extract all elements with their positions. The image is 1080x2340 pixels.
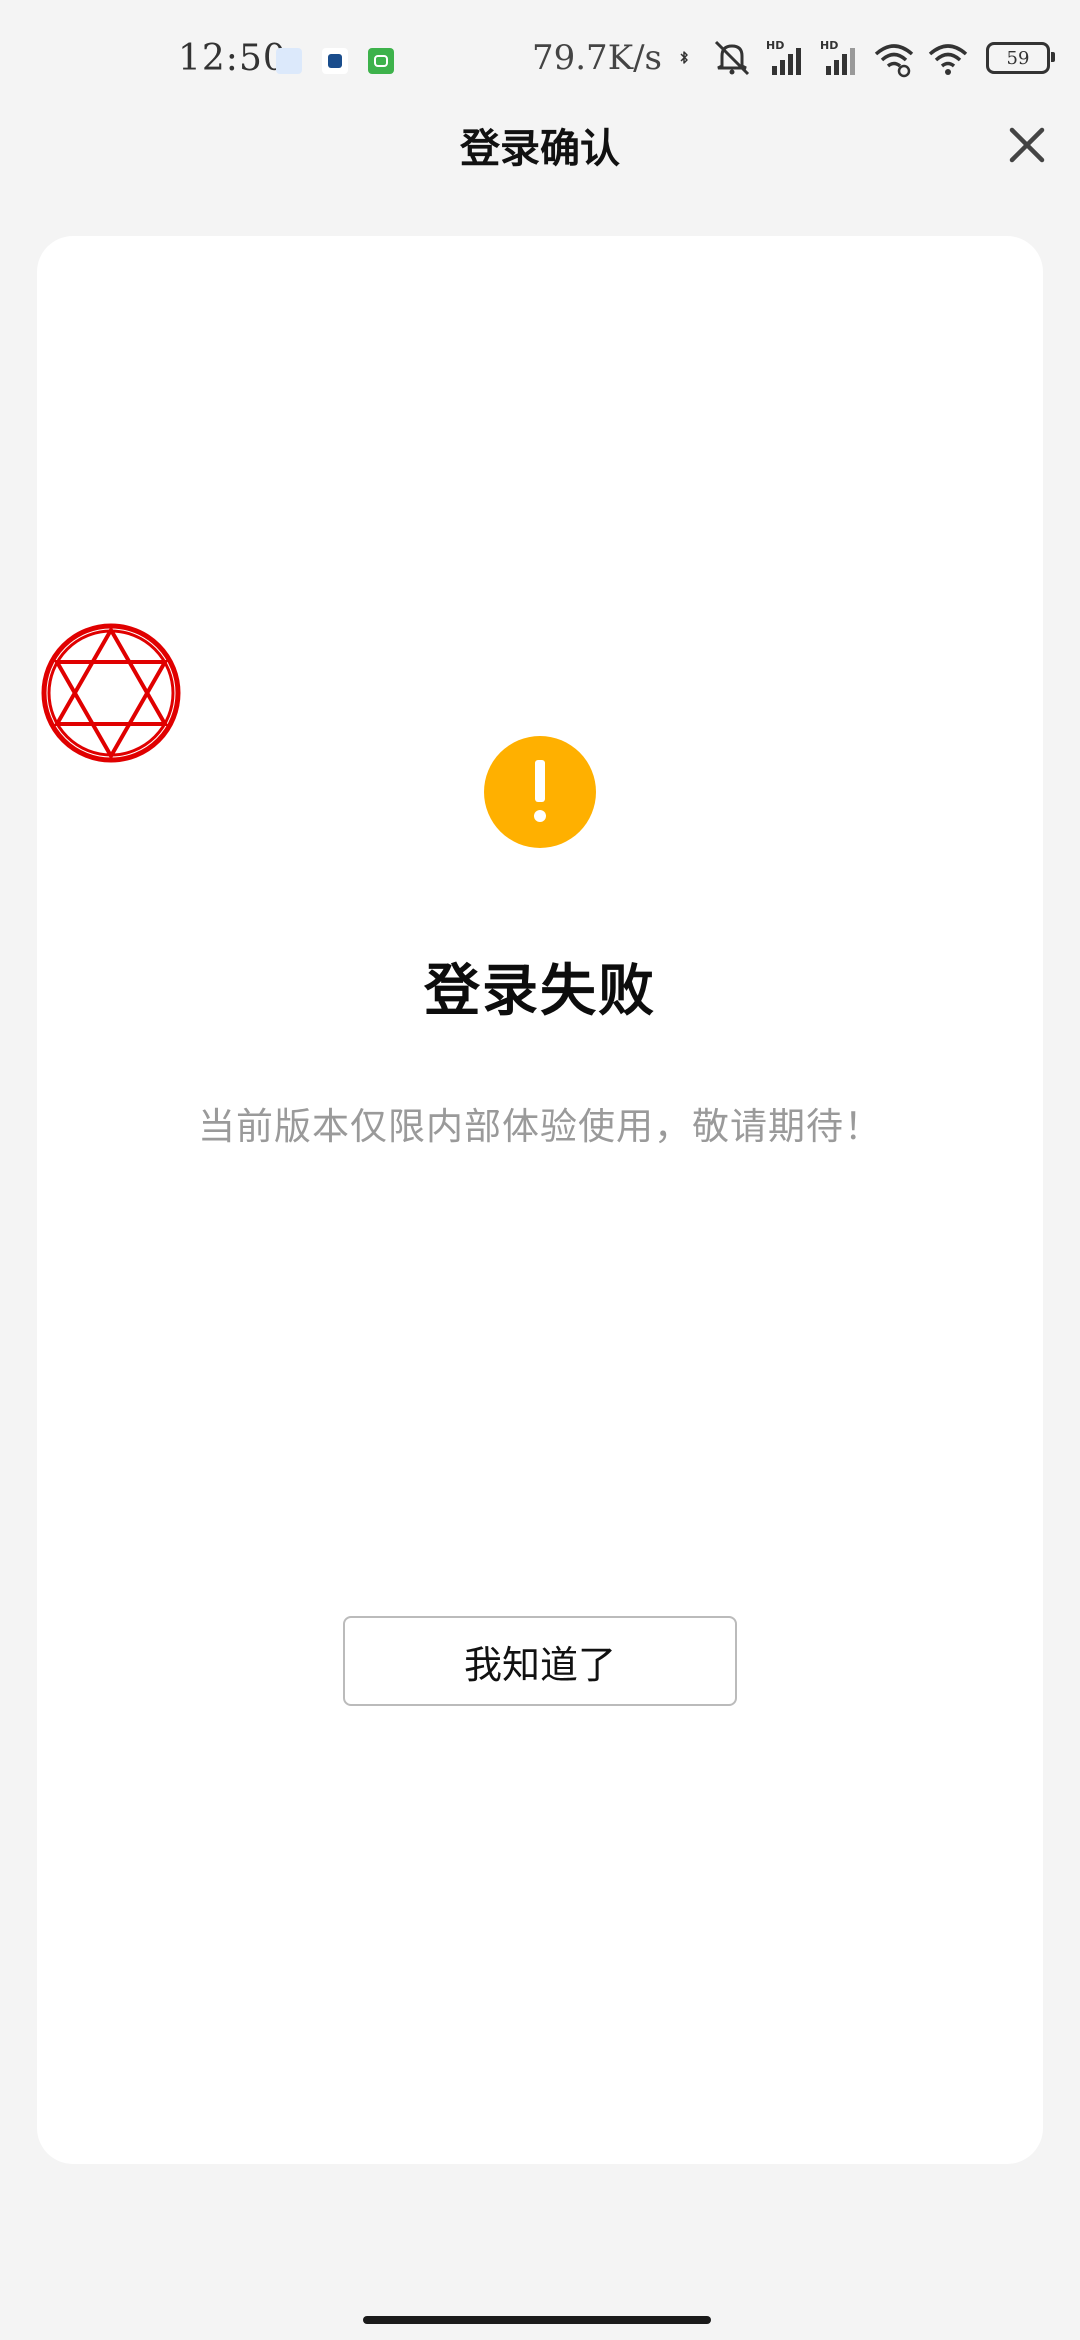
wifi-icon [928,44,968,75]
status-bar: 12:50 79.7K/s HD HD 59 [0,0,1080,122]
warning-exclamation-bar [535,760,545,802]
status-app-icons [276,48,394,74]
home-indicator[interactable] [363,2316,711,2324]
close-button[interactable] [1004,122,1050,168]
signal-hd-icon: HD [820,39,855,75]
result-message: 当前版本仅限内部体验使用，敬请期待！ [198,1105,882,1148]
warning-icon [484,736,596,848]
status-time: 12:50 [178,38,287,79]
network-speed: 79.7K/s [531,38,662,78]
green-app-icon [368,48,394,74]
bluetooth-icon [680,51,688,64]
status-indicators: 79.7K/s HD HD 59 [531,38,1055,78]
result-title: 登录失败 [424,959,656,1024]
image-notification-icon [276,48,302,74]
acknowledge-button[interactable]: 我知道了 [343,1616,737,1706]
title-bar: 登录确认 [0,110,1080,182]
svg-text:HD: HD [766,39,784,52]
hexagram-badge-icon[interactable] [40,622,182,764]
cat-app-icon [322,48,348,74]
mute-icon [714,40,750,76]
result-card [37,236,1043,2164]
warning-exclamation-dot [534,810,546,822]
page-title: 登录确认 [460,126,620,172]
battery-indicator: 59 [986,42,1055,74]
wifi-link-icon [874,44,914,78]
svg-text:HD: HD [820,39,838,52]
close-icon [1009,127,1045,163]
signal-hd-icon: HD [766,39,801,75]
